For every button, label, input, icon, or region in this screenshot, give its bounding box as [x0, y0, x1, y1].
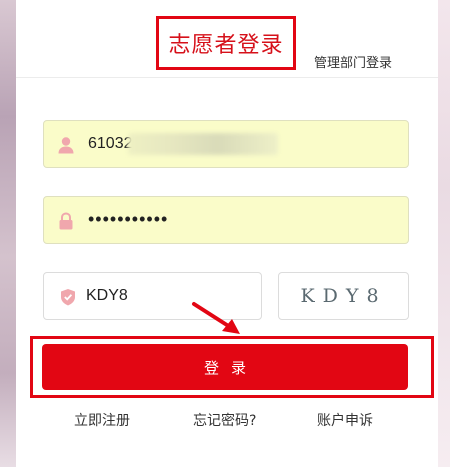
page-title[interactable]: 志愿者登录 [168, 27, 283, 59]
captcha-image-text: KDY8 [300, 285, 387, 307]
shield-icon [58, 287, 78, 307]
account-appeal-link[interactable]: 账户申诉 [317, 410, 373, 430]
password-field[interactable]: ••••••••••• [43, 196, 409, 244]
username-value: 61032 [88, 135, 133, 152]
captcha-value: KDY8 [86, 287, 128, 304]
login-button[interactable]: 登录 [42, 344, 408, 390]
login-header: 志愿者登录 管理部门登录 [16, 0, 438, 78]
password-value: ••••••••••• [88, 209, 169, 229]
forgot-password-link[interactable]: 忘记密码? [193, 410, 256, 430]
user-icon [56, 135, 76, 155]
background-image-left [0, 0, 16, 467]
register-link[interactable]: 立即注册 [74, 410, 130, 430]
lock-icon [56, 211, 76, 231]
background-image-right [438, 0, 450, 467]
captcha-image[interactable]: KDY8 [278, 272, 409, 320]
username-field[interactable]: 61032 [43, 120, 409, 168]
admin-login-tab[interactable]: 管理部门登录 [314, 52, 392, 71]
annotation-arrow-icon [192, 302, 240, 334]
title-highlight-box: 志愿者登录 [156, 16, 296, 70]
redacted-mask [128, 133, 278, 155]
login-card: 志愿者登录 管理部门登录 61032 ••••••••••• KDY8 KDY8… [16, 0, 438, 467]
